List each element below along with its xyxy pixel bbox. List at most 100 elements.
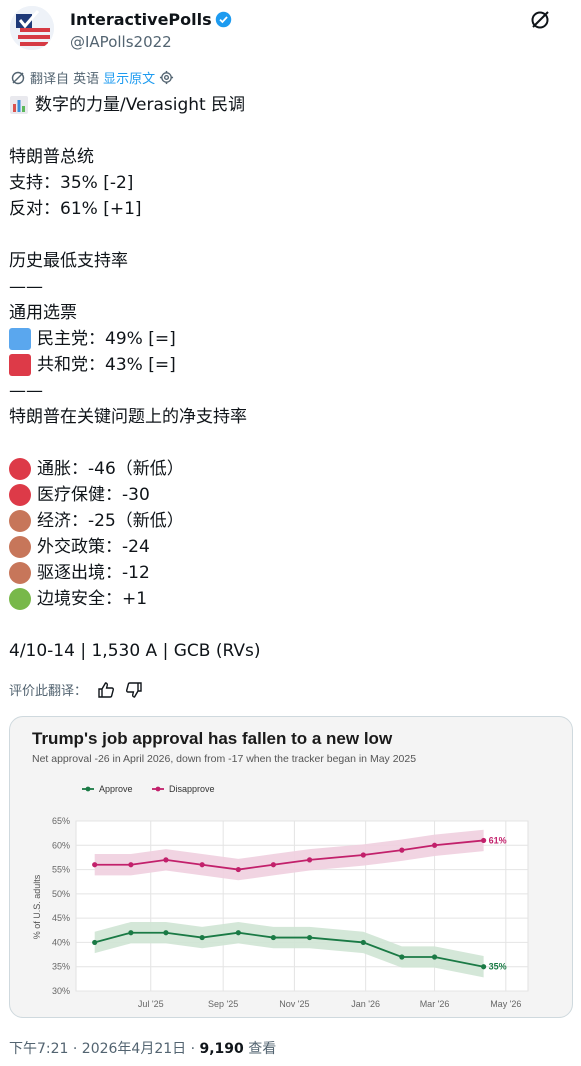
tweet-line-text: —— (9, 277, 43, 297)
data-point (481, 964, 487, 970)
tweet-line (9, 612, 569, 638)
tweet-line: 4/10-14 | 1,530 A | GCB (RVs) (9, 638, 569, 664)
data-point (360, 852, 366, 858)
rate-translation-label: 评价此翻译： (9, 684, 88, 699)
view-count: 9,190 (199, 1041, 244, 1057)
chart-legend: Approve Disapprove (82, 784, 215, 794)
grok-icon[interactable] (529, 9, 551, 31)
tweet-line-text: —— (9, 381, 43, 401)
tweet-line: 通胀：-46（新低） (9, 456, 569, 482)
legend-marker (85, 786, 91, 792)
data-point (360, 939, 366, 946)
chart-subtitle: Net approval -26 in April 2026, down fro… (32, 753, 416, 765)
tweet-line-text: 民主党：49% [=] (37, 329, 176, 349)
data-point (270, 862, 276, 868)
color-circle-icon (9, 536, 31, 558)
thumbs-up-icon[interactable] (97, 681, 115, 699)
tweet-text: 数字的力量/Verasight 民调特朗普总统支持：35% [-2] 反对：61%… (9, 92, 569, 664)
y-tick-label: 50% (52, 889, 70, 899)
tweet-line-text: 医疗保健：-30 (37, 485, 150, 505)
tweet-line-text: 历史最低支持率 (9, 251, 128, 271)
rate-translation: 评价此翻译： (9, 680, 143, 699)
data-point (431, 954, 438, 960)
data-point (199, 862, 205, 868)
avatar[interactable] (10, 6, 54, 50)
tweet-line (9, 222, 569, 248)
verified-badge-icon (215, 11, 231, 28)
end-value-label: 35% (489, 962, 507, 972)
tweet-line-text: 经济：-25（新低） (37, 511, 184, 531)
tweet-line: 特朗普在关键问题上的净支持率 (9, 404, 569, 430)
translate-icon (11, 71, 25, 84)
data-point (306, 934, 313, 941)
data-point (481, 837, 487, 844)
y-tick-label: 60% (52, 840, 70, 850)
tweet-line (9, 430, 569, 456)
color-circle-icon (9, 484, 31, 506)
legend-marker (155, 786, 161, 792)
bar-chart-icon (10, 96, 28, 114)
chart-image[interactable]: Trump's job approval has fallen to a new… (9, 716, 573, 1018)
tweet-line: 支持：35% [-2] (9, 170, 569, 196)
post-time[interactable]: 下午7:21 · 2026年4月21日 · (9, 1041, 200, 1057)
y-tick-label: 35% (52, 962, 70, 972)
y-tick-label: 65% (52, 816, 70, 826)
data-point (128, 930, 134, 936)
tweet-line: 反对：61% [+1] (9, 196, 569, 222)
color-circle-icon (9, 562, 31, 584)
tweet-line-text: 通胀：-46（新低） (37, 459, 184, 479)
tweet-line-text: 特朗普总统 (9, 147, 94, 167)
color-circle-icon (9, 588, 31, 610)
x-tick-label: Sep '25 (208, 999, 238, 1009)
tweet-line-text: 外交政策：-24 (37, 537, 150, 557)
color-square-icon (9, 328, 31, 350)
tweet-line: 特朗普总统 (9, 144, 569, 170)
data-point (399, 954, 405, 960)
account-handle[interactable]: @IAPolls2022 (70, 33, 172, 51)
tweet-line: 边境安全：+1 (9, 586, 569, 612)
tweet-line-text: 支持：35% [-2] (9, 173, 134, 193)
tweet-line-text: 驱逐出境：-12 (37, 563, 150, 583)
color-square-icon (9, 354, 31, 376)
tweet-line: —— (9, 378, 569, 404)
views-label: 查看 (243, 1041, 277, 1057)
data-point (270, 934, 276, 941)
tweet-line-text: 4/10-14 | 1,530 A | GCB (RVs) (9, 641, 261, 661)
y-tick-label: 45% (52, 913, 70, 923)
data-point (431, 842, 438, 848)
data-point (128, 862, 134, 868)
tweet-line: 医疗保健：-30 (9, 482, 569, 508)
data-point (235, 930, 241, 936)
tweet-line: 共和党：43% [=] (9, 352, 569, 378)
approval-chart: Trump's job approval has fallen to a new… (32, 729, 529, 1009)
data-point (92, 939, 98, 946)
tweet-line-text: 通用选票 (9, 303, 77, 323)
x-tick-label: Mar '26 (420, 999, 450, 1009)
chart-y-axis: 30% 35% 40% 45% 50% 55% 60% 65% (52, 816, 70, 996)
data-point (163, 930, 169, 936)
tweet-line-text: 数字的力量/Verasight 民调 (35, 95, 246, 115)
tweet-line: 外交政策：-24 (9, 534, 569, 560)
tweet-line-text: 反对：61% [+1] (9, 199, 142, 219)
chart-title: Trump's job approval has fallen to a new… (32, 729, 393, 748)
tweet-line-text: 共和党：43% [=] (37, 355, 176, 375)
data-point (306, 857, 313, 863)
translation-bar: 翻译自 英语 显示原文 (10, 68, 174, 87)
show-original-link[interactable]: 显示原文 (103, 68, 155, 87)
tweet-line: 经济：-25（新低） (9, 508, 569, 534)
tweet-line: 历史最低支持率 (9, 248, 569, 274)
data-point (163, 857, 169, 863)
data-point (399, 847, 405, 853)
tweet-line: 驱逐出境：-12 (9, 560, 569, 586)
x-tick-label: May '26 (490, 999, 521, 1009)
color-circle-icon (9, 458, 31, 480)
data-point (92, 862, 98, 868)
gear-icon[interactable] (159, 70, 174, 85)
account-name-text: InteractivePolls (70, 10, 212, 29)
tweet-footer: 下午7:21 · 2026年4月21日 · 9,190 查看 (9, 1038, 276, 1058)
account-name[interactable]: InteractivePolls (70, 10, 232, 29)
thumbs-down-icon[interactable] (125, 681, 143, 699)
tweet-line: 通用选票 (9, 300, 569, 326)
tweet-line (9, 118, 569, 144)
x-tick-label: Jul '25 (138, 999, 164, 1009)
